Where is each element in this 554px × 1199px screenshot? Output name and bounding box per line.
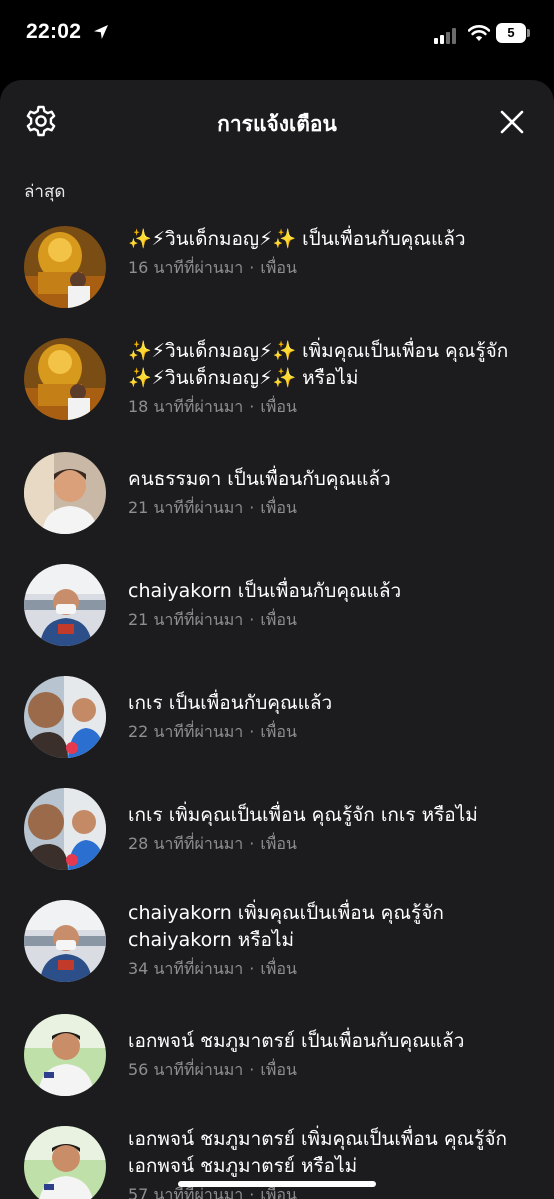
close-icon[interactable] bbox=[496, 106, 528, 138]
separator-dot: · bbox=[249, 1060, 255, 1079]
notification-meta: 21 นาทีที่ผ่านมา · เพื่อน bbox=[128, 496, 534, 521]
notification-message: เอกพจน์ ชมภูมาตรย์ เพิ่มคุณเป็นเพื่อน คุ… bbox=[128, 1128, 508, 1177]
notification-time: 18 นาทีที่ผ่านมา bbox=[128, 397, 244, 416]
notification-category: เพื่อน bbox=[260, 722, 297, 741]
separator-dot: · bbox=[249, 258, 255, 277]
notification-meta: 34 นาทีที่ผ่านมา · เพื่อน bbox=[128, 957, 534, 982]
avatar[interactable] bbox=[24, 788, 106, 870]
separator-dot: · bbox=[249, 610, 255, 629]
status-time: 22:02 bbox=[26, 20, 82, 43]
status-bar: 22:02 5 bbox=[0, 0, 554, 70]
avatar[interactable] bbox=[24, 900, 106, 982]
notification-message: เอกพจน์ ชมภูมาตรย์ เป็นเพื่อนกับคุณแล้ว bbox=[128, 1030, 465, 1052]
notification-meta: 21 นาทีที่ผ่านมา · เพื่อน bbox=[128, 608, 534, 633]
notification-meta: 28 นาทีที่ผ่านมา · เพื่อน bbox=[128, 832, 534, 857]
notification-time: 22 นาทีที่ผ่านมา bbox=[128, 722, 244, 741]
separator-dot: · bbox=[249, 834, 255, 853]
notification-category: เพื่อน bbox=[260, 498, 297, 517]
notification-message: ✨⚡วินเด็กมอญ⚡✨ เป็นเพื่อนกับคุณแล้ว bbox=[128, 228, 466, 250]
avatar[interactable] bbox=[24, 564, 106, 646]
notification-time: 21 นาทีที่ผ่านมา bbox=[128, 610, 244, 629]
avatar[interactable] bbox=[24, 452, 106, 534]
cellular-signal-icon bbox=[434, 28, 460, 44]
notification-category: เพื่อน bbox=[260, 397, 297, 416]
separator-dot: · bbox=[249, 397, 255, 416]
wifi-icon bbox=[468, 25, 490, 41]
page-title: การแจ้งเตือน bbox=[217, 112, 337, 136]
notification-message: คนธรรมดา เป็นเพื่อนกับคุณแล้ว bbox=[128, 468, 391, 490]
notification-category: เพื่อน bbox=[260, 1060, 297, 1079]
separator-dot: · bbox=[249, 959, 255, 978]
notification-meta: 18 นาทีที่ผ่านมา · เพื่อน bbox=[128, 395, 534, 420]
notifications-sheet: การแจ้งเตือน ล่าสุด ✨⚡วินเด็กมอญ⚡✨ เป็นเ… bbox=[0, 80, 554, 1199]
notification-message: chaiyakorn เป็นเพื่อนกับคุณแล้ว bbox=[128, 580, 402, 602]
notification-time: 57 นาทีที่ผ่านมา bbox=[128, 1185, 244, 1199]
avatar[interactable] bbox=[24, 1126, 106, 1199]
notification-meta: 56 นาทีที่ผ่านมา · เพื่อน bbox=[128, 1058, 534, 1083]
avatar[interactable] bbox=[24, 1014, 106, 1096]
notification-category: เพื่อน bbox=[260, 959, 297, 978]
avatar[interactable] bbox=[24, 676, 106, 758]
notification-category: เพื่อน bbox=[260, 258, 297, 277]
avatar[interactable] bbox=[24, 338, 106, 420]
notification-time: 21 นาทีที่ผ่านมา bbox=[128, 498, 244, 517]
battery-icon: 5 bbox=[496, 23, 526, 43]
section-label-recent: ล่าสุด bbox=[24, 182, 66, 202]
notification-time: 56 นาทีที่ผ่านมา bbox=[128, 1060, 244, 1079]
notification-time: 28 นาทีที่ผ่านมา bbox=[128, 834, 244, 853]
avatar[interactable] bbox=[24, 226, 106, 308]
notification-time: 16 นาทีที่ผ่านมา bbox=[128, 258, 244, 277]
notification-category: เพื่อน bbox=[260, 610, 297, 629]
notification-message: chaiyakorn เพิ่มคุณเป็นเพื่อน คุณรู้จัก … bbox=[128, 902, 444, 951]
notification-time: 34 นาทีที่ผ่านมา bbox=[128, 959, 244, 978]
separator-dot: · bbox=[249, 722, 255, 741]
notification-message: เกเร เพิ่มคุณเป็นเพื่อน คุณรู้จัก เกเร ห… bbox=[128, 804, 478, 826]
home-indicator[interactable] bbox=[178, 1181, 376, 1187]
battery-nub bbox=[527, 29, 530, 37]
notification-category: เพื่อน bbox=[260, 834, 297, 853]
location-arrow-icon bbox=[94, 25, 108, 39]
notification-category: เพื่อน bbox=[260, 1185, 297, 1199]
separator-dot: · bbox=[249, 1185, 255, 1199]
separator-dot: · bbox=[249, 498, 255, 517]
notification-message: ✨⚡วินเด็กมอญ⚡✨ เพิ่มคุณเป็นเพื่อน คุณรู้… bbox=[128, 340, 509, 389]
notification-message: เกเร เป็นเพื่อนกับคุณแล้ว bbox=[128, 692, 333, 714]
notification-meta: 22 นาทีที่ผ่านมา · เพื่อน bbox=[128, 720, 534, 745]
notification-meta: 16 นาทีที่ผ่านมา · เพื่อน bbox=[128, 256, 534, 281]
